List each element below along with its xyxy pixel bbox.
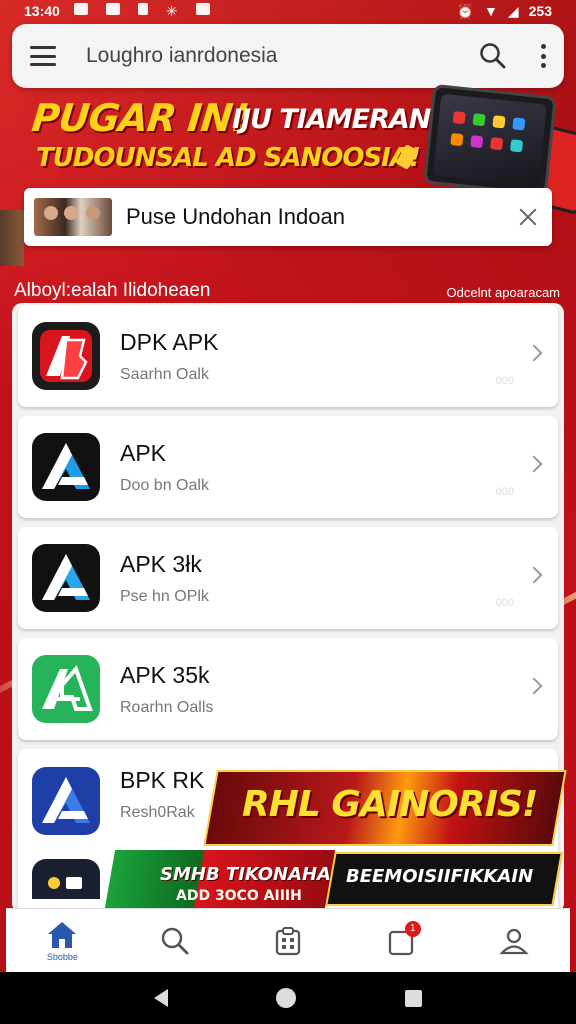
- search-bar[interactable]: Loughro ianrdonesia: [12, 24, 564, 88]
- battery-level: 253: [528, 3, 552, 19]
- banner-headline-secondary: IJU TIAMERAN: [232, 104, 431, 135]
- list-item[interactable]: APK Doo bn Oalk 000: [18, 416, 558, 518]
- phone-illustration: [423, 83, 557, 197]
- a-logo-blue-icon: [32, 433, 100, 501]
- notification-badge: 1: [404, 920, 421, 937]
- clipboard-grid-icon: [275, 926, 301, 955]
- close-icon[interactable]: [518, 207, 538, 227]
- notice-thumbnail: [34, 198, 112, 236]
- bottom-nav: Sbobbe 1: [6, 908, 570, 972]
- system-nav-bar: [0, 972, 576, 1024]
- menu-icon[interactable]: [30, 46, 56, 66]
- ab-logo-red-icon: [32, 322, 100, 390]
- a-logo-navy-icon: [32, 767, 100, 835]
- alarm-icon: ⏰: [456, 2, 474, 19]
- banner-photo-edge: [0, 210, 24, 266]
- search-icon: [161, 927, 189, 954]
- notice-text: Puse Undohan Indoan: [126, 204, 345, 229]
- promo-ad[interactable]: RHL GAINORIS! SMHB TIKONAHAL ADD 3OCO AI…: [104, 770, 567, 908]
- nav-profile[interactable]: [484, 913, 544, 969]
- promo-ad-right-text: BEEMOISIIFIKKAIN: [346, 866, 534, 887]
- status-bar: 13:40 ✳ ⏰ ▼ ◢ 253: [0, 0, 576, 22]
- app-meta: 000: [495, 597, 514, 609]
- banner-headline: PUGAR IN!: [29, 96, 251, 140]
- wifi-icon: ▼: [484, 3, 498, 19]
- nav-apps[interactable]: [258, 913, 318, 969]
- chevron-right-icon: [525, 344, 543, 362]
- promo-ad-left-text: SMHB TIKONAHAL: [160, 864, 343, 885]
- more-options-icon[interactable]: [540, 44, 546, 68]
- banner-subheadline: TUDOUNSAL AD SANOOSIA!: [36, 143, 421, 173]
- profile-icon: [498, 928, 529, 954]
- chevron-right-icon: [525, 566, 543, 584]
- notification-icon: [195, 2, 210, 15]
- app-subtitle: Saarhn Oalk: [120, 365, 209, 383]
- nav-search[interactable]: [145, 913, 205, 969]
- list-item[interactable]: APK 3łk Pse hn OPlk 000: [18, 527, 558, 629]
- app-name: APK 3łk: [120, 550, 202, 577]
- promo-ad-title: RHL GAINORIS!: [242, 784, 538, 825]
- app-icon-partial: [32, 859, 100, 899]
- app-name: DPK APK: [120, 328, 219, 355]
- status-time: 13:40: [24, 3, 60, 19]
- nav-home-label: Sbobbe: [46, 951, 78, 962]
- chevron-right-icon: [525, 455, 543, 473]
- notification-icon: [137, 2, 148, 15]
- list-item[interactable]: DPK APK Saarhn Oalk 000: [18, 305, 558, 407]
- ab-logo-green-icon: [32, 655, 100, 723]
- notification-icon: [73, 2, 88, 15]
- list-item[interactable]: APK 35k Roarhn Oalls: [18, 638, 558, 740]
- section-title: Alboyl:ealah Ilidoheaen: [14, 280, 211, 301]
- app-subtitle: Roarhn Oalls: [120, 698, 214, 716]
- a-logo-blue-icon: [32, 544, 100, 612]
- promo-ad-left-text: ADD 3OCO AIIIH: [176, 888, 302, 904]
- nav-notifications[interactable]: 1: [371, 913, 431, 969]
- home-button-icon[interactable]: [276, 988, 297, 1008]
- chevron-right-icon: [525, 677, 543, 695]
- signal-icon: ◢: [507, 2, 519, 19]
- app-name: APK: [120, 439, 167, 466]
- notification-icon: [105, 2, 120, 15]
- app-meta: 000: [495, 486, 514, 498]
- back-icon[interactable]: [154, 989, 169, 1007]
- settings-icon: ✳: [165, 2, 178, 19]
- notification-icons: ✳: [73, 2, 210, 20]
- nav-home[interactable]: Sbobbe: [32, 913, 92, 969]
- search-input[interactable]: Loughro ianrdonesia: [86, 44, 478, 68]
- app-name: APK 35k: [120, 661, 210, 688]
- recent-apps-icon[interactable]: [404, 989, 422, 1007]
- notice-bar[interactable]: Puse Undohan Indoan: [24, 188, 552, 246]
- home-icon: [48, 921, 77, 948]
- section-link[interactable]: Odcelnt apoaracam: [447, 285, 560, 300]
- search-icon[interactable]: [478, 41, 508, 71]
- app-subtitle: Pse hn OPlk: [120, 587, 209, 605]
- app-subtitle: Doo bn Oalk: [120, 476, 209, 494]
- app-meta: 000: [495, 375, 514, 387]
